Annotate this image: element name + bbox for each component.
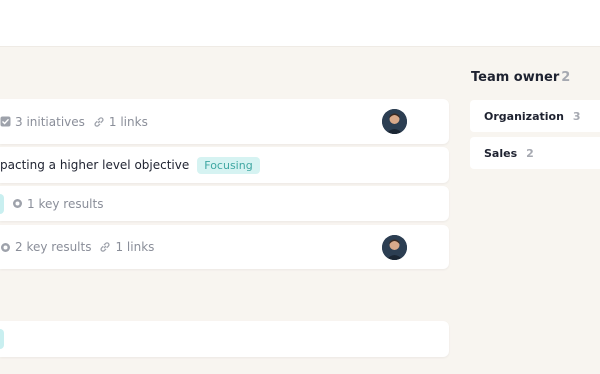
initiatives-count: 3 initiatives [0, 115, 85, 129]
status-badge-edge [0, 193, 4, 214]
team-owner-item-label: Sales [484, 146, 518, 160]
team-owner-item-count: 2 [526, 146, 534, 160]
links-label: 1 links [108, 114, 148, 129]
team-owner-item-label: Organization [484, 109, 564, 123]
link-icon [99, 241, 111, 253]
key-results-count: 1 key results [12, 197, 103, 211]
key-result-icon [0, 242, 11, 253]
team-owner-title: Team owner [471, 70, 560, 85]
team-owner-item-count: 3 [572, 109, 581, 123]
team-owner-count: 2 [561, 70, 571, 85]
key-results-label: 1 key results [27, 196, 104, 211]
avatar[interactable] [382, 235, 407, 260]
initiative-row-1[interactable]: 3 initiatives 1 links [0, 99, 449, 144]
objective-title: pacting a higher level objective [0, 158, 190, 172]
initiatives-label: 3 initiatives [15, 114, 85, 129]
avatar[interactable] [382, 109, 407, 134]
team-owner-heading: Team owner 2 [471, 70, 570, 85]
top-header-bar [0, 0, 600, 47]
key-result-row-1[interactable]: 1 key results [0, 186, 449, 221]
objective-row[interactable]: pacting a higher level objective Focusin… [0, 147, 449, 183]
link-icon [93, 116, 105, 128]
links-count: 1 links [99, 240, 154, 254]
checkbox-icon [0, 116, 11, 127]
status-badge-edge [0, 329, 4, 349]
team-owner-item-organization[interactable]: Organization 3 [470, 100, 600, 132]
status-badge: Focusing [197, 156, 260, 174]
key-results-label: 2 key results [15, 240, 92, 254]
key-result-row-2[interactable] [0, 321, 449, 357]
links-count: 1 links [93, 115, 148, 129]
links-label: 1 links [115, 240, 155, 254]
key-result-icon [12, 198, 23, 209]
team-owner-item-sales[interactable]: Sales 2 [470, 137, 600, 169]
initiative-row-2[interactable]: 2 key results 1 links [0, 225, 449, 269]
key-results-count: 2 key results [0, 240, 91, 254]
